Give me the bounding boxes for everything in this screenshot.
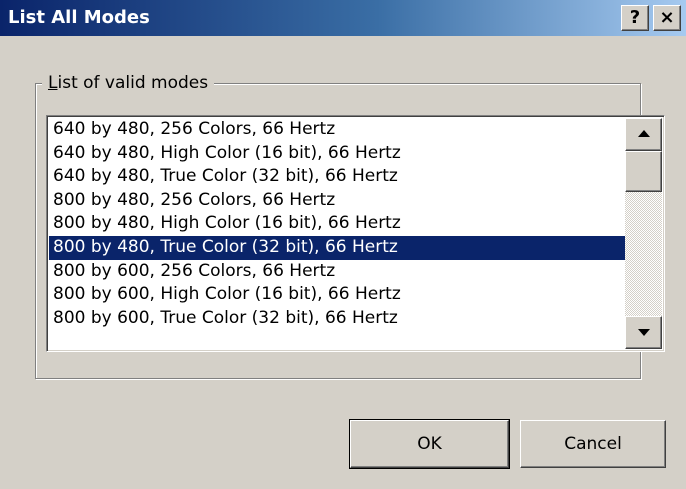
window-title: List All Modes [8,7,150,28]
modes-list: 640 by 480, 256 Colors, 66 Hertz 640 by … [49,118,625,330]
list-item[interactable]: 800 by 480, True Color (32 bit), 66 Hert… [49,235,625,260]
title-bar[interactable]: List All Modes ? × [0,0,686,36]
list-item[interactable]: 800 by 480, High Color (16 bit), 66 Hert… [49,212,625,236]
up-arrow-icon [638,130,650,137]
scroll-thumb[interactable] [625,151,662,192]
list-all-modes-dialog: List All Modes ? × List of valid modes 6… [0,0,686,489]
list-item[interactable]: 640 by 480, 256 Colors, 66 Hertz [49,118,625,142]
list-item[interactable]: 800 by 480, 256 Colors, 66 Hertz [49,189,625,213]
modes-listbox[interactable]: 640 by 480, 256 Colors, 66 Hertz 640 by … [46,115,665,352]
list-item[interactable]: 800 by 600, True Color (32 bit), 66 Hert… [49,307,625,331]
scroll-down-button[interactable] [625,316,662,349]
ok-button[interactable]: OK [349,419,510,469]
down-arrow-icon [638,329,650,336]
help-button[interactable]: ? [621,5,649,31]
cancel-button[interactable]: Cancel [520,420,666,468]
list-item[interactable]: 800 by 600, High Color (16 bit), 66 Hert… [49,283,625,307]
group-label-text: ist of valid modes [57,73,209,93]
scroll-up-button[interactable] [625,118,662,151]
group-label: List of valid modes [42,72,215,94]
vertical-scrollbar[interactable] [625,118,662,349]
close-button[interactable]: × [653,5,681,31]
list-item[interactable]: 640 by 480, True Color (32 bit), 66 Hert… [49,165,625,189]
list-item[interactable]: 800 by 600, 256 Colors, 66 Hertz [49,260,625,284]
list-item[interactable]: 640 by 480, High Color (16 bit), 66 Hert… [49,142,625,166]
